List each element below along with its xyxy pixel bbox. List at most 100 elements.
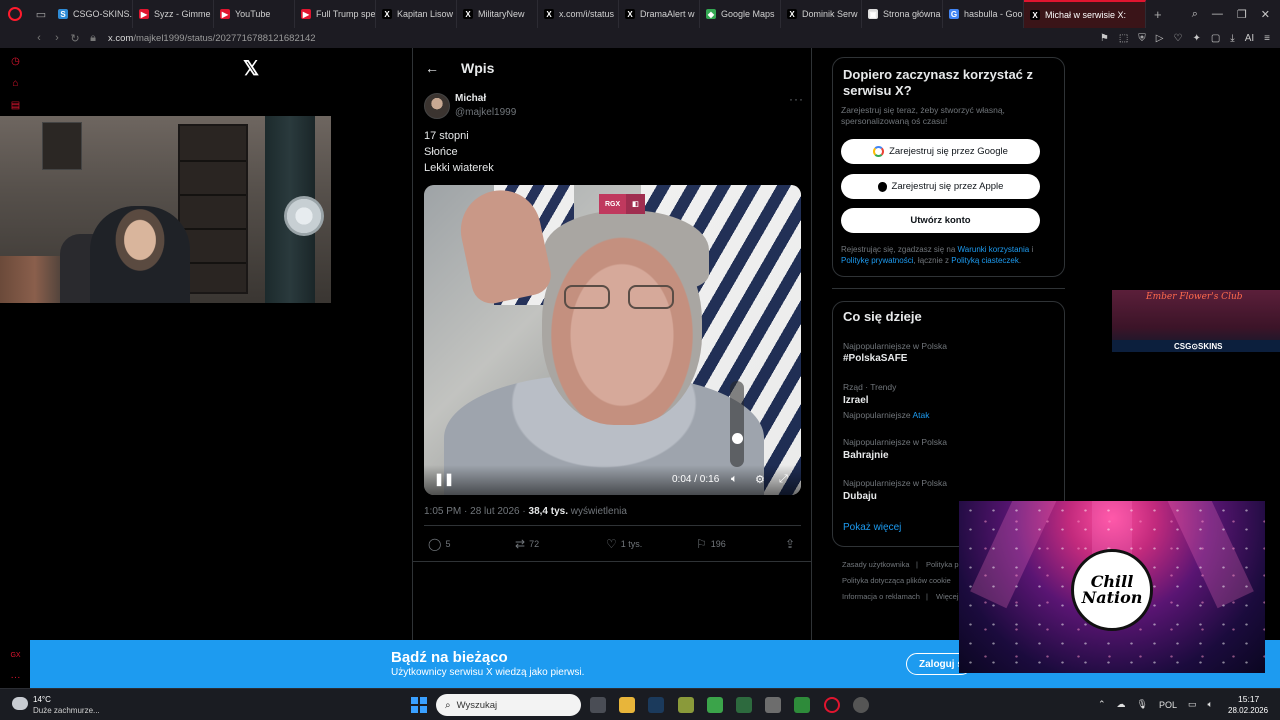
- pause-button[interactable]: ❚❚: [434, 472, 454, 486]
- x-logo-icon[interactable]: 𝕏: [238, 56, 264, 82]
- app-icon[interactable]: [707, 697, 723, 713]
- browser-tab[interactable]: ▣ Strona główna: [862, 0, 943, 28]
- show-more-link[interactable]: Pokaż więcej: [843, 522, 901, 533]
- search-tabs-icon[interactable]: ⌕: [1192, 8, 1198, 21]
- opera-menu-icon[interactable]: [0, 0, 30, 28]
- tab-islands-icon[interactable]: ▭: [30, 0, 52, 28]
- language-indicator[interactable]: POL: [1159, 700, 1177, 710]
- extensions-icon[interactable]: ✦: [1192, 33, 1200, 44]
- footer-link[interactable]: Więcej: [936, 592, 959, 601]
- bookmark-button[interactable]: ⚐ 196: [696, 537, 726, 551]
- trend-item[interactable]: Dubaju: [843, 491, 877, 502]
- close-window-button[interactable]: ✕: [1261, 8, 1270, 21]
- settings-gear-icon[interactable]: ⚙: [755, 473, 765, 486]
- clock-date[interactable]: 28.02.2026: [1228, 706, 1268, 715]
- browser-tab[interactable]: ▶ Full Trump spe: [295, 0, 376, 28]
- browser-tab[interactable]: Xx.com/i/status: [538, 0, 619, 28]
- mic-icon[interactable]: 🎙︎: [1137, 699, 1148, 710]
- footer-link[interactable]: Polityka dotycząca plików cookie: [842, 576, 951, 585]
- volume-icon[interactable]: 🔈︎: [731, 473, 738, 486]
- download-icon[interactable]: ⤓: [1230, 33, 1234, 44]
- more-options-icon[interactable]: ···: [789, 92, 804, 106]
- app-icon[interactable]: [736, 697, 752, 713]
- app-icon[interactable]: [765, 697, 781, 713]
- speaker-icon[interactable]: 🔈︎: [1208, 699, 1213, 710]
- display-icon[interactable]: ▭: [1188, 699, 1197, 710]
- sidebar-more-icon[interactable]: ···: [9, 672, 22, 684]
- create-account-button[interactable]: Utwórz konto: [841, 208, 1040, 233]
- app-icon[interactable]: [853, 697, 869, 713]
- browser-menu-icon[interactable]: ≡: [1264, 33, 1270, 44]
- task-view-icon[interactable]: [590, 697, 606, 713]
- browser-tab[interactable]: X Dominik Serw: [781, 0, 862, 28]
- browser-tab[interactable]: X MilitaryNew: [457, 0, 538, 28]
- aria-ai-icon[interactable]: AI: [1245, 33, 1254, 44]
- snapshot-icon[interactable]: ⬚: [1119, 33, 1128, 44]
- back-arrow-icon[interactable]: ←: [425, 60, 439, 76]
- workspace-sidebar-icon[interactable]: ⌂: [9, 78, 22, 90]
- weather-desc[interactable]: Duże zachmurze...: [33, 706, 100, 715]
- messenger-sidebar-icon[interactable]: ▤: [9, 100, 22, 112]
- apple-signup-button[interactable]: Zarejestruj się przez Apple: [841, 174, 1040, 199]
- repost-button[interactable]: ⇄ 72: [515, 537, 539, 551]
- trend-item[interactable]: Izrael: [843, 395, 869, 406]
- fullscreen-icon[interactable]: ⤢: [779, 473, 788, 486]
- trend-item[interactable]: Bahrajnie: [843, 450, 889, 461]
- footer-link[interactable]: Zasady użytkownika: [842, 560, 910, 569]
- cloud-icon[interactable]: [12, 697, 28, 710]
- taskbar-search[interactable]: ⌕ Wyszukaj: [436, 694, 581, 716]
- cloud-tray-icon[interactable]: ☁: [1117, 699, 1126, 710]
- like-button[interactable]: ♡ 1 tys.: [606, 537, 642, 551]
- browser-tab[interactable]: ▶ Syzz - Gimme: [133, 0, 214, 28]
- bookmark-icon[interactable]: ⚑: [1100, 33, 1109, 44]
- clock-time[interactable]: 15:17: [1238, 694, 1259, 704]
- footer-link[interactable]: Polityka p: [926, 560, 959, 569]
- privacy-link[interactable]: Politykę prywatności: [841, 256, 913, 265]
- cookie-policy-link[interactable]: Polityką ciasteczek: [951, 256, 1019, 265]
- start-button[interactable]: [411, 697, 427, 713]
- back-button[interactable]: ‹: [30, 32, 48, 44]
- video-player[interactable]: RGX ◧ ❚❚ 0:04 / 0:16 🔈︎ ⚙ ⤢: [424, 185, 801, 495]
- browser-tab[interactable]: X Kapitan Lisow: [376, 0, 457, 28]
- trend-item[interactable]: #PolskaSAFE: [843, 353, 907, 364]
- steam-icon[interactable]: [648, 697, 664, 713]
- volume-slider[interactable]: [730, 381, 744, 467]
- post-timestamp[interactable]: 1:05 PM · 28 lut 2026 ·: [424, 506, 529, 517]
- google-signup-button[interactable]: Zarejestruj się przez Google: [841, 139, 1040, 164]
- browser-tab[interactable]: S CSGO-SKINS.: [52, 0, 133, 28]
- weather-temp[interactable]: 14°C: [33, 695, 51, 704]
- browser-tab[interactable]: ▶ YouTube: [214, 0, 295, 28]
- reload-button[interactable]: ↻: [66, 32, 84, 45]
- author-avatar[interactable]: [424, 93, 450, 119]
- reply-button[interactable]: ◯ 5: [428, 537, 450, 551]
- shield-icon[interactable]: ⛨: [1138, 33, 1146, 44]
- app-icon[interactable]: [678, 697, 694, 713]
- divider: [424, 525, 801, 526]
- chevron-up-icon[interactable]: ⌃: [1098, 699, 1106, 710]
- browser-tab[interactable]: Ghasbulla - Goo: [943, 0, 1024, 28]
- aria-sidebar-icon[interactable]: ◷: [9, 56, 22, 68]
- opera-gx-icon[interactable]: [824, 697, 840, 713]
- trend-context: Najpopularniejsze w Polska: [843, 437, 947, 447]
- browser-tab[interactable]: X Michał w serwisie X:: [1024, 0, 1146, 28]
- minimize-button[interactable]: —: [1212, 8, 1223, 21]
- share-button[interactable]: ⇪: [785, 537, 795, 551]
- url-field[interactable]: x.com/majkel1999/status/2027716788121682…: [108, 33, 316, 44]
- gx-sidebar-icon[interactable]: GX: [9, 652, 22, 664]
- volume-slider-knob[interactable]: [732, 433, 743, 444]
- heart-icon[interactable]: ♡: [1173, 33, 1182, 44]
- play-icon[interactable]: ▷: [1156, 33, 1164, 44]
- terms-link[interactable]: Warunki korzystania: [958, 245, 1030, 254]
- maximize-button[interactable]: ❐: [1237, 8, 1247, 21]
- trend-subtext-link[interactable]: Atak: [912, 410, 929, 420]
- notepad-icon[interactable]: [794, 697, 810, 713]
- browser-tab[interactable]: X DramaAlert w: [619, 0, 700, 28]
- file-explorer-icon[interactable]: [619, 697, 635, 713]
- browser-tab[interactable]: ◆ Google Maps: [700, 0, 781, 28]
- new-tab-button[interactable]: +: [1146, 7, 1170, 22]
- footer-link[interactable]: Informacja o reklamach: [842, 592, 920, 601]
- author-name[interactable]: Michał: [455, 93, 486, 104]
- forward-button[interactable]: ›: [48, 32, 66, 44]
- wallet-icon[interactable]: ▢: [1211, 33, 1220, 44]
- author-handle[interactable]: @majkel1999: [455, 107, 516, 118]
